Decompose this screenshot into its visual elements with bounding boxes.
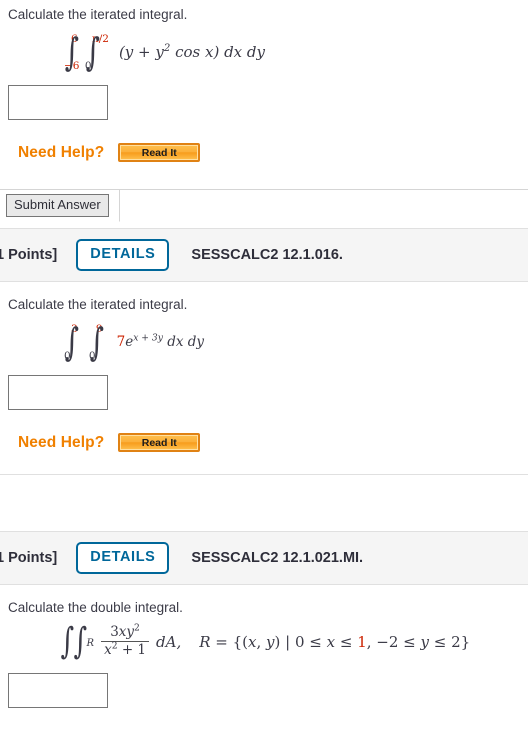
integrand-1-base: (y + y	[118, 43, 164, 62]
region-var-y: y	[266, 632, 275, 651]
answer-input-3[interactable]	[8, 672, 108, 708]
details-button-3[interactable]: DETAILS	[76, 542, 170, 574]
integral-sign-icon: ∫	[64, 30, 80, 75]
region-bar: ) | 0 ≤	[274, 632, 327, 651]
question-2-code: SESSCALC2 12.1.016.	[191, 247, 343, 264]
denominator-var: x	[104, 642, 112, 659]
outer-integral-1: 6 ∫ −6	[62, 30, 82, 75]
question-2-points: /1 Points]	[0, 247, 58, 264]
region-comma: ,	[256, 632, 267, 651]
need-help-row-1: Need Help? Read It	[0, 143, 528, 163]
question-block-2: /1 Points] DETAILS SESSCALC2 12.1.016. C…	[0, 228, 528, 531]
region-definition: R = {(x, y) | 0 ≤ x ≤ 1, −2 ≤ y ≤ 2}	[199, 633, 470, 651]
region-mid: , −2 ≤	[366, 632, 421, 651]
question-2-integral: 3 ∫ 0 9 ∫ 0 7ex + 3y dx dy	[0, 320, 528, 365]
numerator-coefficient: 3	[110, 623, 119, 640]
region-xvar: x	[326, 632, 336, 651]
double-integral-sign: ∫ ∫ R	[58, 620, 95, 662]
fraction-denominator: x2 + 1	[101, 641, 150, 659]
inner-integral-2: 9 ∫ 0	[87, 320, 107, 365]
integrand-2-coefficient: 7	[116, 334, 126, 351]
integral-sign-icon: ∫	[73, 620, 87, 662]
question-3-code: SESSCALC2 12.1.021.MI.	[191, 550, 364, 567]
assignment-page: Calculate the iterated integral. 6 ∫ −6 …	[0, 0, 528, 733]
integral-sign-icon: ∫	[89, 320, 104, 365]
read-it-button-1[interactable]: Read It	[118, 143, 201, 163]
inner-integral-1: π/2 ∫ 0	[83, 30, 109, 75]
answer-input-1[interactable]	[8, 85, 108, 121]
need-help-label-1: Need Help?	[18, 143, 105, 161]
outer-integral-2: 3 ∫ 0	[62, 320, 82, 365]
numerator-exponent: 2	[134, 622, 140, 634]
region-le-1: ≤	[335, 632, 358, 651]
question-1-prompt: Calculate the iterated integral.	[8, 7, 188, 22]
details-button-2[interactable]: DETAILS	[76, 239, 170, 271]
question-3-header: /1 Points] DETAILS SESSCALC2 12.1.021.MI…	[0, 531, 528, 586]
need-help-row-2: Need Help? Read It	[0, 433, 528, 453]
integrand-2-tail: dx dy	[162, 334, 205, 351]
question-1-integral: 6 ∫ −6 π/2 ∫ 0 (y + y2 cos x) dx dy	[0, 30, 528, 75]
integrand-3-fraction: 3xy2 x2 + 1	[101, 622, 150, 659]
region-close: }	[460, 632, 471, 651]
region-subscript: R	[86, 637, 95, 649]
need-help-label-2: Need Help?	[18, 433, 105, 451]
question-3-prompt: Calculate the double integral.	[8, 600, 183, 616]
integrand-2-exponent: x + 3y	[133, 332, 163, 344]
region-name: R	[199, 632, 211, 651]
integrand-2: 7ex + 3y dx dy	[116, 332, 205, 351]
integral-sign-icon: ∫	[85, 30, 100, 75]
question-3-points: /1 Points]	[0, 550, 58, 567]
integrand-1-tail: cos x) dx dy	[170, 43, 265, 62]
numerator-vars: xy	[118, 623, 135, 640]
region-yvar: y	[420, 632, 429, 651]
submit-strip-1: Submit Answer	[0, 189, 528, 223]
region-le-2: ≤	[428, 632, 452, 651]
answer-input-2[interactable]	[8, 375, 108, 411]
question-block-1: Calculate the iterated integral. 6 ∫ −6 …	[0, 0, 528, 228]
question-2-prompt: Calculate the iterated integral.	[8, 297, 188, 313]
region-eq-open: = {(	[210, 632, 249, 651]
submit-tab-1: Submit Answer	[0, 190, 120, 223]
question-block-3: /1 Points] DETAILS SESSCALC2 12.1.021.MI…	[0, 531, 528, 708]
submit-answer-button-1[interactable]: Submit Answer	[6, 194, 109, 217]
fraction-numerator: 3xy2	[107, 622, 143, 642]
region-ymax: 2	[451, 632, 461, 651]
integral-sign-icon: ∫	[64, 320, 80, 365]
question-2-header: /1 Points] DETAILS SESSCALC2 12.1.016.	[0, 228, 528, 283]
differential-da: dA,	[156, 632, 182, 651]
question-3-integral: ∫ ∫ R 3xy2 x2 + 1 dA, R = {(x, y) | 0 ≤ …	[0, 620, 528, 662]
integral-sign-icon: ∫	[60, 620, 75, 662]
integrand-1: (y + y2 cos x) dx dy	[119, 43, 265, 61]
region-xmax: 1	[357, 632, 367, 651]
read-it-button-2[interactable]: Read It	[118, 433, 201, 453]
denominator-tail: + 1	[117, 642, 147, 659]
